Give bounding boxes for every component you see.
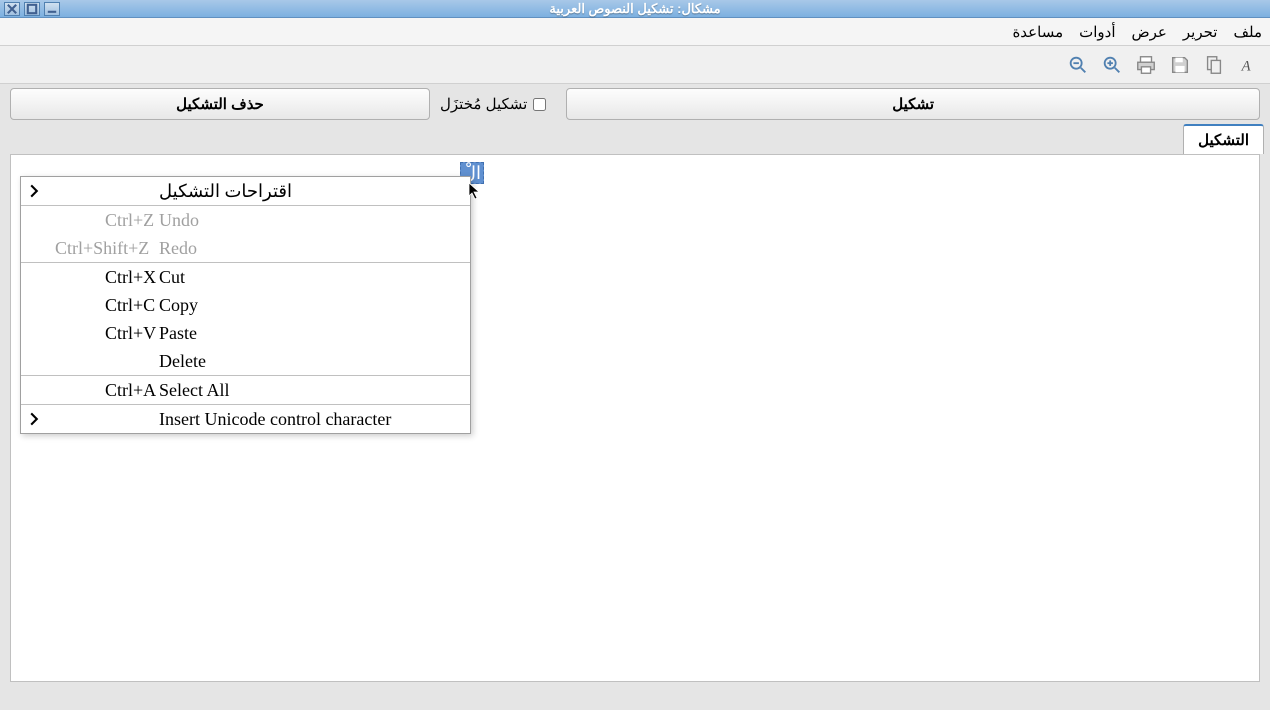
cm-select-all[interactable]: Ctrl+A Select All (21, 376, 470, 404)
cm-suggestions[interactable]: اقتراحات التشكيل (21, 177, 470, 205)
maximize-window-button[interactable] (24, 2, 40, 16)
print-icon[interactable] (1132, 51, 1160, 79)
chevron-right-icon (27, 412, 41, 426)
cm-redo-label: Redo (159, 238, 197, 259)
cm-copy-shortcut: Ctrl+C (105, 295, 155, 316)
cm-cut[interactable]: Ctrl+X Cut (21, 263, 470, 291)
cm-paste[interactable]: Ctrl+V Paste (21, 319, 470, 347)
zoom-out-icon[interactable] (1064, 51, 1092, 79)
editor-content[interactable]: الْ (11, 155, 1259, 171)
action-row: حذف التشكيل تشكيل مُختزَل تشكيل (0, 84, 1270, 124)
cm-paste-label: Paste (159, 323, 197, 344)
cm-select-all-shortcut: Ctrl+A (105, 380, 156, 401)
tashkeel-button[interactable]: تشكيل (566, 88, 1260, 120)
menu-view[interactable]: عرض (1132, 23, 1167, 41)
cm-delete[interactable]: Delete (21, 347, 470, 375)
copy-icon[interactable] (1200, 51, 1228, 79)
cm-paste-shortcut: Ctrl+V (105, 323, 156, 344)
cm-cut-label: Cut (159, 267, 185, 288)
cm-copy[interactable]: Ctrl+C Copy (21, 291, 470, 319)
cm-insert-unicode[interactable]: Insert Unicode control character (21, 405, 470, 433)
zoom-in-icon[interactable] (1098, 51, 1126, 79)
minimize-window-button[interactable] (44, 2, 60, 16)
menu-edit[interactable]: تحرير (1183, 23, 1218, 41)
save-icon[interactable] (1166, 51, 1194, 79)
tab-tashkeel[interactable]: التشكيل (1183, 124, 1264, 154)
menu-help[interactable]: مساعدة (1012, 23, 1063, 41)
cm-redo-shortcut: Ctrl+Shift+Z (55, 238, 149, 259)
tabs-row: التشكيل (0, 124, 1270, 154)
titlebar: مشكال: تشكيل النصوص العربية (0, 0, 1270, 18)
cm-select-all-label: Select All (159, 380, 230, 401)
context-menu: اقتراحات التشكيل Ctrl+Z Undo Ctrl+Shift+… (20, 176, 471, 434)
reduced-tashkeel-label: تشكيل مُختزَل (440, 95, 527, 113)
font-icon[interactable]: A (1234, 51, 1262, 79)
cm-cut-shortcut: Ctrl+X (105, 267, 156, 288)
toolbar: A (0, 46, 1270, 84)
remove-tashkeel-button[interactable]: حذف التشكيل (10, 88, 430, 120)
cm-undo-label: Undo (159, 210, 199, 231)
menubar: ملف تحرير عرض أدوات مساعدة (0, 18, 1270, 46)
cm-redo: Ctrl+Shift+Z Redo (21, 234, 470, 262)
menu-tools[interactable]: أدوات (1079, 23, 1115, 41)
cm-insert-unicode-label: Insert Unicode control character (159, 409, 391, 430)
cm-undo-shortcut: Ctrl+Z (105, 210, 154, 231)
close-window-button[interactable] (4, 2, 20, 16)
cm-delete-label: Delete (159, 351, 206, 372)
window-title: مشكال: تشكيل النصوص العربية (549, 1, 720, 17)
window-controls (0, 2, 60, 16)
chevron-right-icon (27, 184, 41, 198)
cm-copy-label: Copy (159, 295, 198, 316)
svg-text:A: A (1241, 58, 1251, 74)
cm-undo: Ctrl+Z Undo (21, 206, 470, 234)
reduced-tashkeel-checkbox[interactable] (533, 98, 546, 111)
cm-suggestions-label: اقتراحات التشكيل (159, 181, 292, 202)
menu-file[interactable]: ملف (1233, 23, 1262, 41)
reduced-tashkeel-checkbox-wrap: تشكيل مُختزَل (440, 95, 546, 113)
